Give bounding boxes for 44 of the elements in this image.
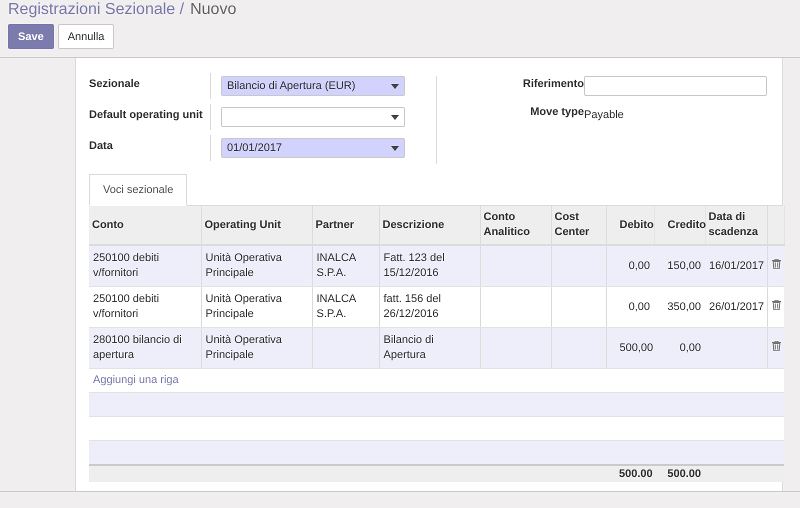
table-cell: 16/01/2017 bbox=[709, 260, 764, 272]
select-value: Bilancio di Apertura (EUR) bbox=[227, 80, 356, 92]
dropdown-caret-icon bbox=[391, 146, 399, 150]
dropdown-caret-icon bbox=[391, 114, 399, 120]
field-label: Sezionale bbox=[89, 73, 211, 99]
input-field[interactable] bbox=[584, 76, 767, 96]
tab[interactable]: Voci sezionale bbox=[89, 174, 188, 206]
save-button[interactable]: Save bbox=[8, 24, 54, 49]
table-cell: INALCA S.P.A. bbox=[316, 293, 356, 320]
trash-icon[interactable] bbox=[772, 300, 780, 310]
total-value: 500.00 bbox=[667, 468, 701, 480]
field-value: Payable bbox=[584, 108, 624, 121]
table-cell: 500,00 bbox=[620, 342, 654, 354]
table-cell: Bilancio di Apertura bbox=[384, 334, 434, 361]
table-cell: Fatt. 123 del 15/12/2016 bbox=[384, 252, 445, 279]
select-field[interactable] bbox=[221, 107, 405, 127]
add-line-link[interactable]: Aggiungi una riga bbox=[93, 374, 179, 386]
dropdown-caret-icon bbox=[391, 84, 399, 88]
field-label: Default operating unit bbox=[89, 104, 211, 130]
field-label: Data bbox=[89, 135, 211, 161]
table-cell: 350,00 bbox=[667, 300, 701, 312]
table-cell: Unità Operativa Principale bbox=[206, 252, 282, 279]
table-cell: 0,00 bbox=[628, 260, 650, 272]
table-cell: 0,00 bbox=[680, 342, 701, 354]
field-label: Move type bbox=[529, 105, 584, 118]
table-cell: 280100 bilancio di apertura bbox=[93, 334, 182, 361]
select-field[interactable]: 01/01/2017 bbox=[221, 138, 405, 158]
table-cell: 150,00 bbox=[667, 260, 701, 272]
table-cell: 250100 debiti v/fornitori bbox=[93, 293, 160, 320]
field-label: Riferimento bbox=[522, 77, 584, 90]
select-value: 01/01/2017 bbox=[227, 142, 282, 154]
table-cell: 0,00 bbox=[628, 300, 650, 312]
cancel-button[interactable]: Annulla bbox=[58, 24, 114, 49]
total-value: 500.00 bbox=[619, 468, 653, 480]
trash-icon[interactable] bbox=[772, 340, 780, 350]
trash-icon[interactable] bbox=[772, 258, 780, 268]
table-cell: 250100 debiti v/fornitori bbox=[93, 252, 160, 279]
table-cell: 26/01/2017 bbox=[709, 300, 764, 312]
table-cell: Unità Operativa Principale bbox=[206, 293, 282, 320]
table-cell: Unità Operativa Principale bbox=[206, 334, 282, 361]
table-cell: INALCA S.P.A. bbox=[316, 252, 356, 279]
page-title: Nuovo bbox=[190, 0, 236, 20]
table-cell: fatt. 156 del 26/12/2016 bbox=[384, 293, 441, 320]
select-field[interactable]: Bilancio di Apertura (EUR) bbox=[221, 76, 405, 96]
